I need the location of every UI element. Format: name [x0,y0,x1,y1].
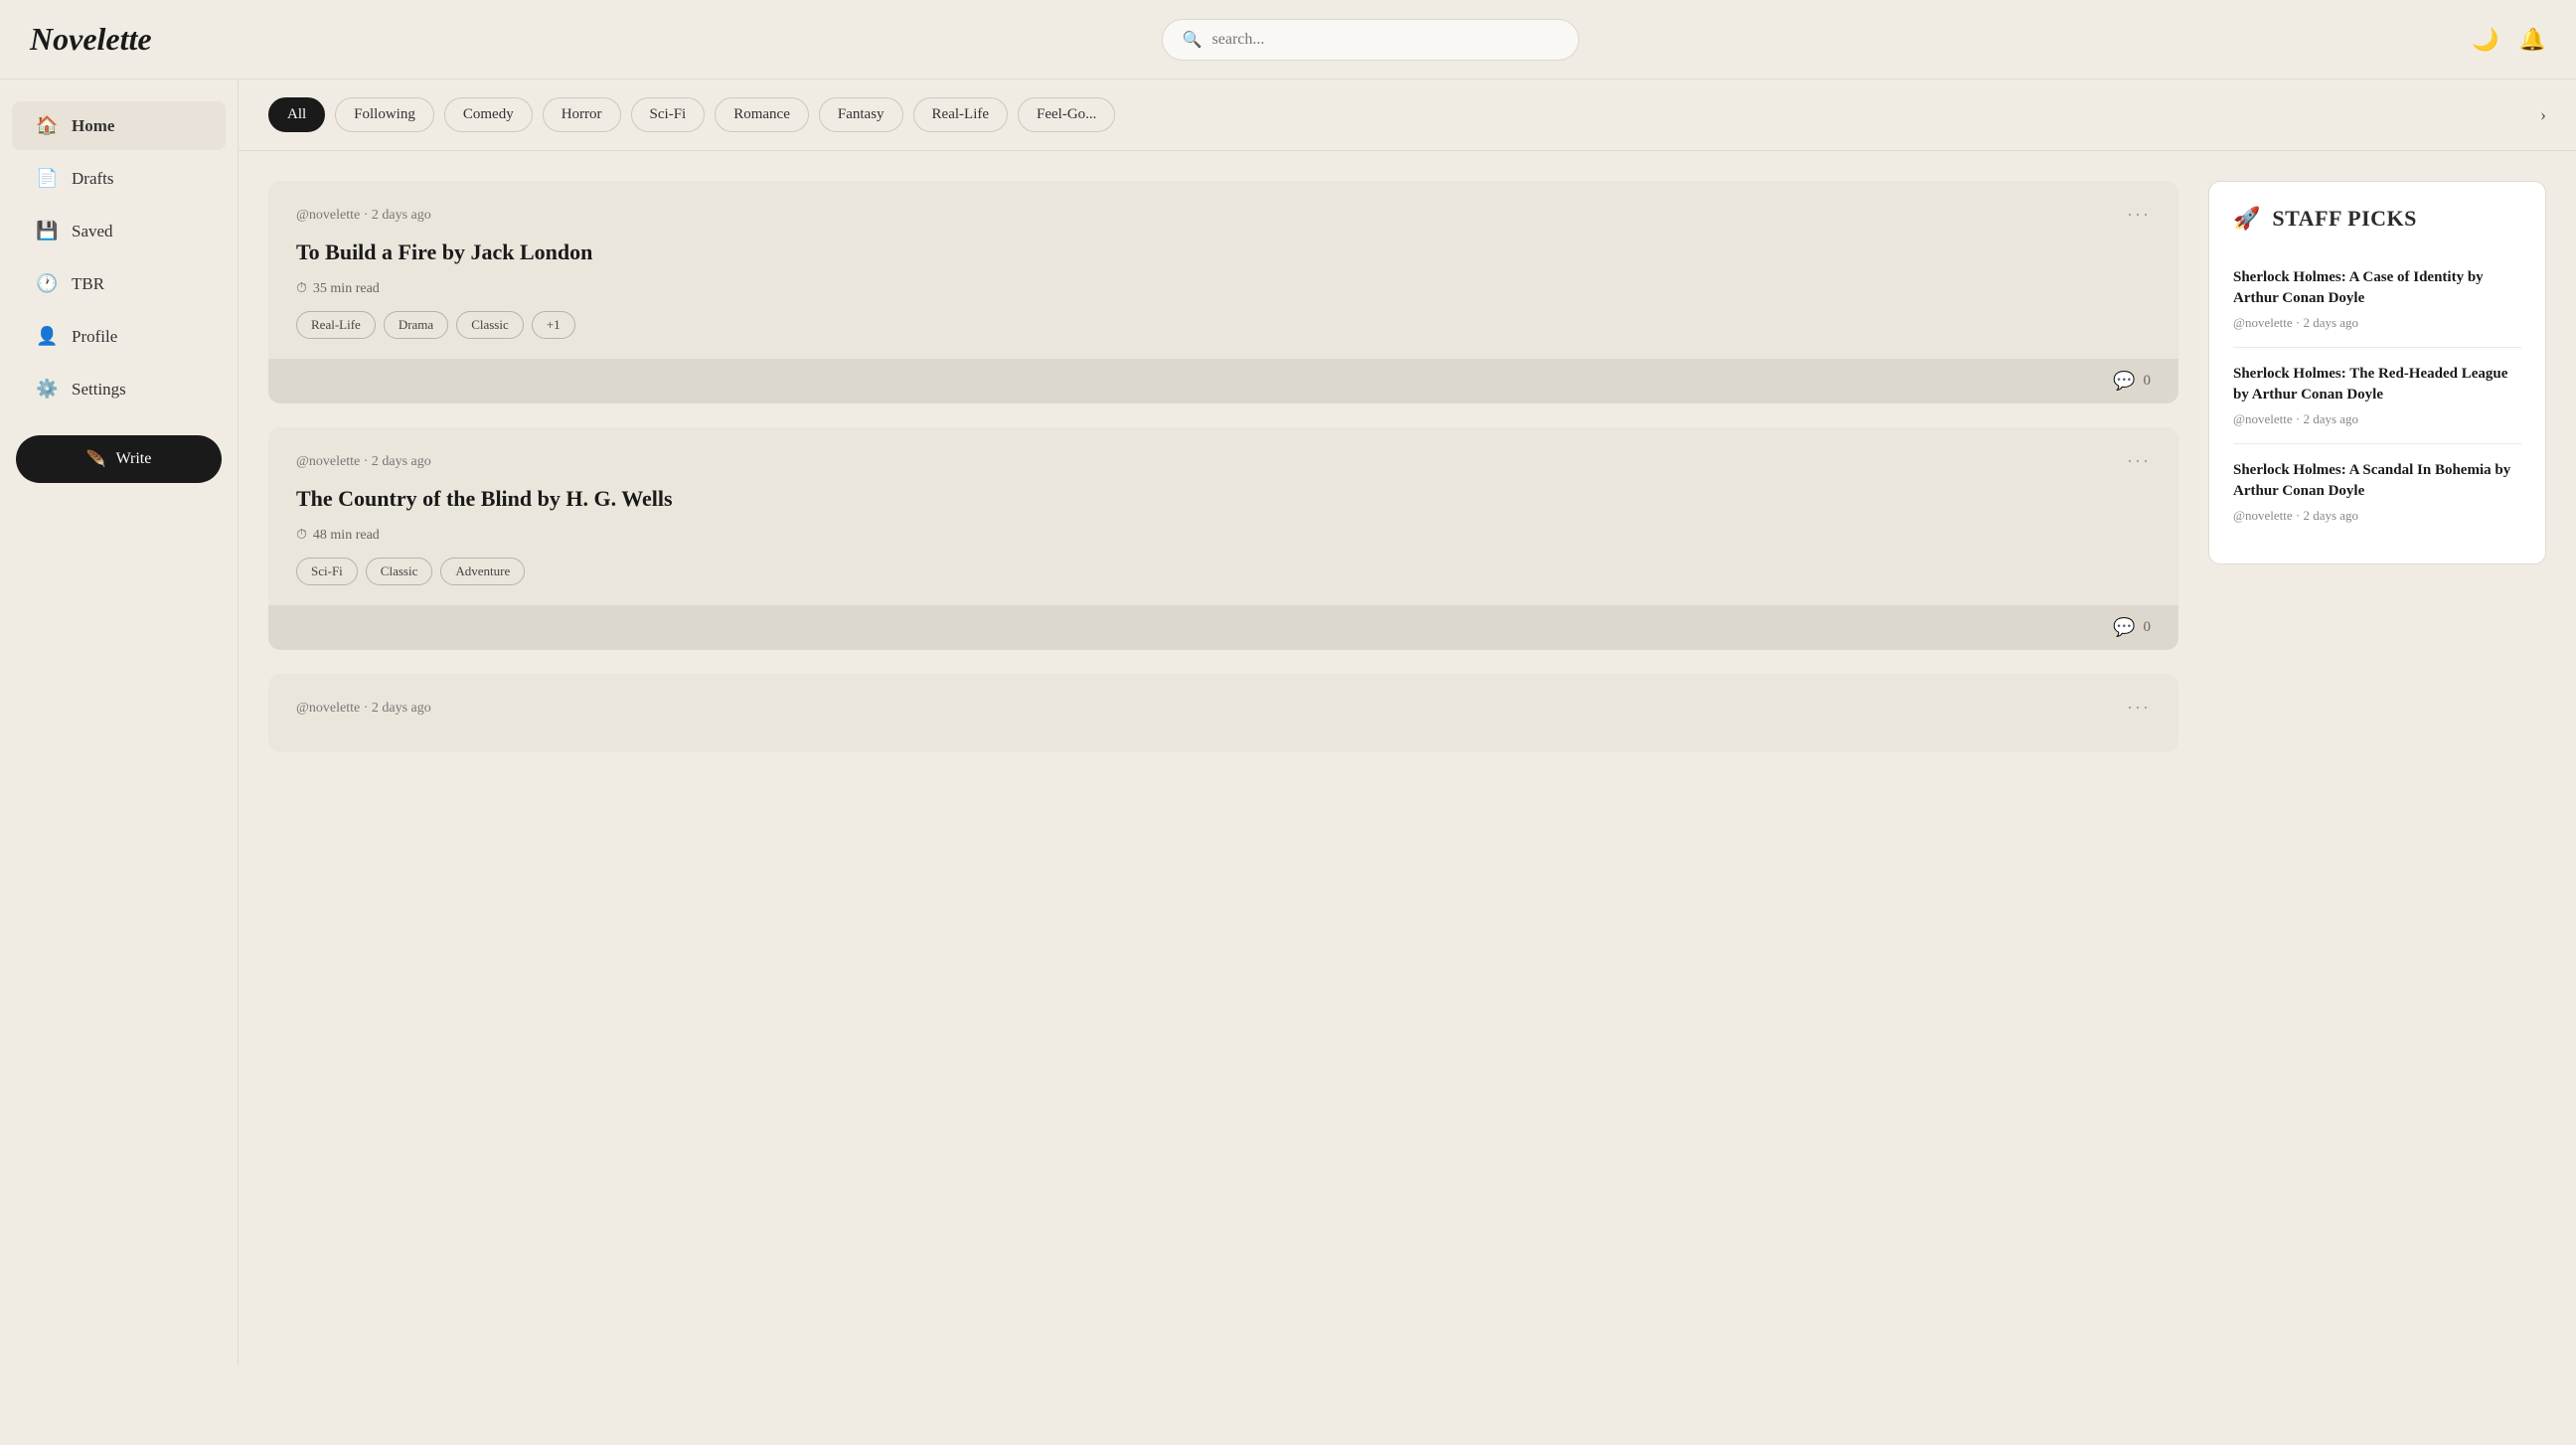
read-time-text: 48 min read [313,528,380,544]
settings-icon: ⚙️ [36,379,58,400]
clock-icon: ⏱ [296,281,307,297]
filter-tag-real-life[interactable]: Real-Life [913,97,1008,132]
story-tag[interactable]: Sci-Fi [296,558,358,585]
saved-icon: 💾 [36,221,58,241]
search-input[interactable] [1212,31,1558,49]
header: Novelette 🔍 🌙 🔔 [0,0,2576,80]
story-tags: Real-Life Drama Classic +1 [296,311,2151,339]
sidebar-item-saved[interactable]: 💾 Saved [12,207,226,255]
story-meta: @novelette · 2 days ago ··· [296,698,2151,719]
search-box: 🔍 [1162,19,1579,61]
story-card-bottom: 💬 0 [268,359,2178,403]
staff-pick-meta: @novelette · 2 days ago [2233,315,2521,331]
search-container: 🔍 [268,19,2472,61]
clock-icon: ⏱ [296,528,307,544]
story-card-bottom: 💬 0 [268,605,2178,650]
app-logo: Novelette [30,21,268,58]
story-more-button[interactable]: ··· [2127,205,2151,226]
filter-tag-horror[interactable]: Horror [543,97,621,132]
filter-tag-fantasy[interactable]: Fantasy [819,97,903,132]
sidebar-item-settings[interactable]: ⚙️ Settings [12,365,226,413]
story-tag-more[interactable]: +1 [532,311,575,339]
story-meta: @novelette · 2 days ago ··· [296,205,2151,226]
search-icon: 🔍 [1183,30,1203,50]
staff-pick-item[interactable]: Sherlock Holmes: A Case of Identity by A… [2233,251,2521,348]
sidebar-item-profile[interactable]: 👤 Profile [12,312,226,361]
staff-pick-item[interactable]: Sherlock Holmes: A Scandal In Bohemia by… [2233,444,2521,540]
story-meta: @novelette · 2 days ago ··· [296,451,2151,472]
story-more-button[interactable]: ··· [2127,451,2151,472]
story-tag[interactable]: Classic [366,558,433,585]
dark-mode-icon[interactable]: 🌙 [2472,27,2498,53]
filter-tag-comedy[interactable]: Comedy [444,97,533,132]
feed: @novelette · 2 days ago ··· To Build a F… [268,181,2178,752]
staff-picks-title: STAFF PICKS [2272,206,2416,232]
sidebar-item-saved-label: Saved [72,222,113,241]
sidebar-item-profile-label: Profile [72,327,117,347]
sidebar-item-drafts-label: Drafts [72,169,113,189]
sidebar-item-tbr-label: TBR [72,274,104,294]
story-read-time: ⏱ 35 min read [296,281,2151,297]
story-author: @novelette · 2 days ago [296,701,431,717]
staff-pick-meta: @novelette · 2 days ago [2233,508,2521,524]
home-icon: 🏠 [36,115,58,136]
main-content: All Following Comedy Horror Sci-Fi Roman… [239,80,2576,1365]
sidebar: 🏠 Home 📄 Drafts 💾 Saved 🕐 TBR 👤 Profile … [0,80,239,1365]
sidebar-item-drafts[interactable]: 📄 Drafts [12,154,226,203]
content-area: @novelette · 2 days ago ··· To Build a F… [239,151,2576,782]
story-author: @novelette · 2 days ago [296,454,431,470]
read-time-text: 35 min read [313,281,380,297]
write-button[interactable]: 🪶 Write [16,435,222,483]
staff-pick-meta: @novelette · 2 days ago [2233,411,2521,427]
filter-tag-scifi[interactable]: Sci-Fi [631,97,706,132]
drafts-icon: 📄 [36,168,58,189]
header-actions: 🌙 🔔 [2472,27,2546,53]
story-title[interactable]: The Country of the Blind by H. G. Wells [296,486,2151,512]
story-card-top: @novelette · 2 days ago ··· The Country … [268,427,2178,605]
sidebar-item-home[interactable]: 🏠 Home [12,101,226,150]
staff-pick-title: Sherlock Holmes: A Scandal In Bohemia by… [2233,460,2521,502]
comment-count: 0 [2144,373,2152,390]
story-title[interactable]: To Build a Fire by Jack London [296,240,2151,265]
story-card: @novelette · 2 days ago ··· To Build a F… [268,181,2178,403]
story-tag[interactable]: Classic [456,311,524,339]
story-tag[interactable]: Real-Life [296,311,376,339]
write-icon: 🪶 [86,449,106,469]
story-read-time: ⏱ 48 min read [296,528,2151,544]
sidebar-item-settings-label: Settings [72,380,126,400]
comment-count: 0 [2144,619,2152,636]
sidebar-item-tbr[interactable]: 🕐 TBR [12,259,226,308]
sidebar-item-home-label: Home [72,116,114,136]
write-label: Write [116,450,152,468]
notifications-icon[interactable]: 🔔 [2519,27,2546,53]
staff-pick-title: Sherlock Holmes: The Red-Headed League b… [2233,364,2521,405]
staff-pick-title: Sherlock Holmes: A Case of Identity by A… [2233,267,2521,309]
story-card: @novelette · 2 days ago ··· The Country … [268,427,2178,650]
profile-icon: 👤 [36,326,58,347]
filter-tag-feel-good[interactable]: Feel-Go... [1018,97,1115,132]
story-more-button[interactable]: ··· [2127,698,2151,719]
staff-picks-header: 🚀 STAFF PICKS [2233,206,2521,232]
story-author: @novelette · 2 days ago [296,208,431,224]
staff-picks: 🚀 STAFF PICKS Sherlock Holmes: A Case of… [2208,181,2546,564]
comment-icon[interactable]: 💬 [2113,371,2135,392]
story-tags: Sci-Fi Classic Adventure [296,558,2151,585]
filter-tag-all[interactable]: All [268,97,325,132]
filter-chevron-icon[interactable]: › [2540,104,2546,125]
story-card: @novelette · 2 days ago ··· [268,674,2178,752]
staff-pick-item[interactable]: Sherlock Holmes: The Red-Headed League b… [2233,348,2521,444]
story-tag[interactable]: Drama [384,311,448,339]
rocket-icon: 🚀 [2233,206,2260,232]
filter-bar: All Following Comedy Horror Sci-Fi Roman… [239,80,2576,151]
story-card-top: @novelette · 2 days ago ··· To Build a F… [268,181,2178,359]
story-card-top: @novelette · 2 days ago ··· [268,674,2178,752]
filter-tag-following[interactable]: Following [335,97,434,132]
story-tag[interactable]: Adventure [440,558,525,585]
tbr-icon: 🕐 [36,273,58,294]
comment-icon[interactable]: 💬 [2113,617,2135,638]
filter-tag-romance[interactable]: Romance [715,97,809,132]
